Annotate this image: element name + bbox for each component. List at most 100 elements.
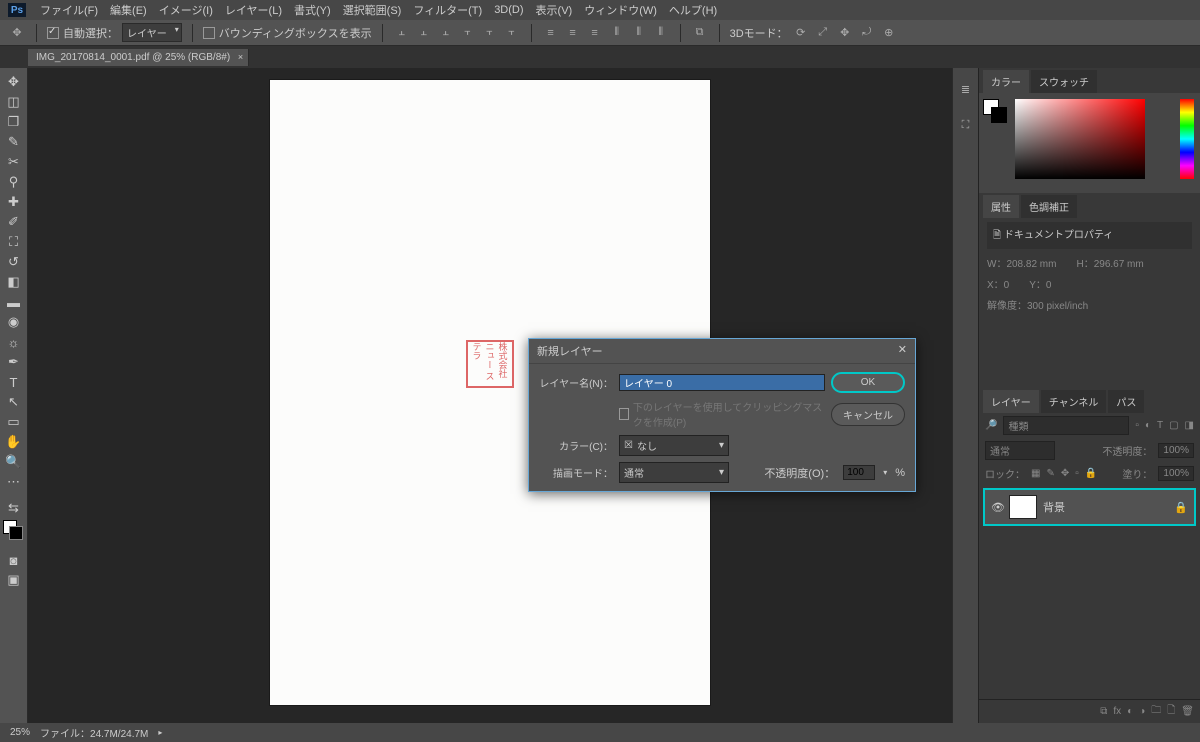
menu-edit[interactable]: 編集(E) (104, 2, 153, 18)
align-icon[interactable]: ⫟ (459, 24, 477, 42)
3d-icon[interactable]: ✥ (836, 24, 854, 42)
menu-view[interactable]: 表示(V) (530, 2, 579, 18)
layer-thumbnail[interactable] (1009, 495, 1037, 519)
menu-file[interactable]: ファイル(F) (34, 2, 104, 18)
3d-icon[interactable]: ⊕ (880, 24, 898, 42)
tab-paths[interactable]: パス (1108, 390, 1144, 413)
healing-tool-icon[interactable]: ✚ (2, 192, 26, 212)
ok-button[interactable]: OK (831, 372, 905, 393)
tab-swatches[interactable]: スウォッチ (1031, 70, 1097, 93)
filter-icon[interactable]: ▢ (1169, 420, 1178, 431)
eraser-tool-icon[interactable]: ◧ (2, 272, 26, 292)
color-dropdown[interactable]: ☒なし▾ (619, 435, 729, 456)
zoom-tool-icon[interactable]: 🔍 (2, 452, 26, 472)
move-tool-icon[interactable]: ✥ (2, 72, 26, 92)
eyedropper-tool-icon[interactable]: ⚲ (2, 172, 26, 192)
filter-icon[interactable]: ◐ (1145, 420, 1151, 431)
crop-tool-icon[interactable]: ✂ (2, 152, 26, 172)
screen-mode-icon[interactable]: ▣ (2, 570, 26, 590)
menu-type[interactable]: 書式(Y) (288, 2, 337, 18)
dialog-opacity-input[interactable] (843, 465, 875, 480)
distribute-icon[interactable]: ≡ (564, 24, 582, 42)
dodge-tool-icon[interactable]: ☼ (2, 332, 26, 352)
auto-align-icon[interactable]: ⧉ (691, 24, 709, 42)
mask-icon[interactable]: ◐ (1127, 706, 1133, 717)
lock-brush-icon[interactable]: ✎ (1046, 468, 1054, 479)
quick-mask-icon[interactable]: ◙ (2, 550, 26, 570)
adjustment-icon[interactable]: ◑ (1139, 706, 1145, 717)
fg-bg-swatches[interactable] (983, 99, 999, 131)
blend-mode-dropdown[interactable]: 通常 (985, 441, 1055, 460)
3d-icon[interactable]: ⤾ (858, 24, 876, 42)
lasso-tool-icon[interactable]: ❐ (2, 112, 26, 132)
menu-window[interactable]: ウィンドウ(W) (578, 2, 663, 18)
fx-icon[interactable]: fx (1113, 706, 1121, 717)
align-icon[interactable]: ⫟ (503, 24, 521, 42)
fill-input[interactable]: 100% (1158, 466, 1194, 481)
info-panel-icon[interactable]: ⛶ (957, 116, 975, 134)
auto-select-checkbox[interactable] (47, 27, 59, 39)
gradient-tool-icon[interactable]: ▬ (2, 292, 26, 312)
menu-help[interactable]: ヘルプ(H) (663, 2, 723, 18)
distribute-icon[interactable]: ≡ (542, 24, 560, 42)
menu-layer[interactable]: レイヤー(L) (219, 2, 288, 18)
quick-select-tool-icon[interactable]: ✎ (2, 132, 26, 152)
lock-pixels-icon[interactable]: ▦ (1031, 468, 1040, 479)
tab-channels[interactable]: チャンネル (1041, 390, 1107, 413)
tab-adjustments[interactable]: 色調補正 (1021, 195, 1077, 218)
zoom-level[interactable]: 25% (10, 727, 30, 738)
tab-layers[interactable]: レイヤー (983, 390, 1039, 413)
tab-color[interactable]: カラー (983, 70, 1029, 93)
folder-icon[interactable]: 🗀 (1151, 703, 1161, 720)
close-icon[interactable]: ✕ (898, 343, 907, 359)
menu-3d[interactable]: 3D(D) (488, 4, 529, 16)
layer-row-background[interactable]: 👁 背景 🔒 (983, 488, 1196, 526)
stamp-tool-icon[interactable]: ⛶ (2, 232, 26, 252)
distribute-icon[interactable]: ≡ (586, 24, 604, 42)
align-icon[interactable]: ⫠ (393, 24, 411, 42)
hue-slider[interactable] (1180, 99, 1194, 179)
trash-icon[interactable]: 🗑 (1181, 706, 1194, 717)
menu-image[interactable]: イメージ(I) (153, 2, 219, 18)
lock-artboard-icon[interactable]: ▫ (1075, 468, 1079, 479)
align-icon[interactable]: ⫟ (481, 24, 499, 42)
filter-icon[interactable]: ▫ (1135, 420, 1139, 431)
visibility-icon[interactable]: 👁 (991, 501, 1005, 514)
3d-icon[interactable]: ⟳ (792, 24, 810, 42)
filter-kind-dropdown[interactable]: 種類 (1003, 416, 1129, 435)
blur-tool-icon[interactable]: ◉ (2, 312, 26, 332)
menu-filter[interactable]: フィルター(T) (407, 2, 488, 18)
file-size[interactable]: ファイル：24.7M/24.7M (40, 725, 148, 740)
search-icon[interactable]: 🔎 (985, 420, 997, 431)
filter-icon[interactable]: ◨ (1185, 420, 1194, 431)
align-icon[interactable]: ⫠ (437, 24, 455, 42)
opacity-input[interactable]: 100% (1158, 443, 1194, 458)
distribute-icon[interactable]: ⦀ (630, 24, 648, 42)
shape-tool-icon[interactable]: ▭ (2, 412, 26, 432)
swap-colors-icon[interactable]: ⇆ (2, 498, 26, 518)
history-panel-icon[interactable]: ≣ (957, 80, 975, 98)
type-tool-icon[interactable]: T (2, 372, 26, 392)
filter-icon[interactable]: T (1157, 420, 1163, 431)
lock-all-icon[interactable]: 🔒 (1085, 468, 1097, 479)
distribute-icon[interactable]: ⦀ (652, 24, 670, 42)
brush-tool-icon[interactable]: ✐ (2, 212, 26, 232)
new-layer-icon[interactable]: 🗋 (1167, 703, 1175, 720)
color-picker[interactable] (1015, 99, 1145, 179)
pen-tool-icon[interactable]: ✒ (2, 352, 26, 372)
foreground-background-swatch[interactable] (3, 520, 25, 542)
align-icon[interactable]: ⫠ (415, 24, 433, 42)
layer-name-input[interactable] (619, 374, 825, 391)
blend-mode-dropdown[interactable]: 通常▾ (619, 462, 729, 483)
history-brush-icon[interactable]: ↺ (2, 252, 26, 272)
link-icon[interactable]: ⧉ (1100, 706, 1107, 717)
misc-tool-icon[interactable]: ⋯ (2, 472, 26, 492)
menu-select[interactable]: 選択範囲(S) (337, 2, 408, 18)
auto-select-dropdown[interactable]: レイヤー (122, 23, 182, 42)
bbox-checkbox[interactable] (203, 27, 215, 39)
tab-properties[interactable]: 属性 (983, 195, 1019, 218)
marquee-tool-icon[interactable]: ◫ (2, 92, 26, 112)
document-tab[interactable]: IMG_20170814_0001.pdf @ 25% (RGB/8#) (28, 49, 249, 66)
path-tool-icon[interactable]: ↖ (2, 392, 26, 412)
lock-move-icon[interactable]: ✥ (1061, 468, 1069, 479)
